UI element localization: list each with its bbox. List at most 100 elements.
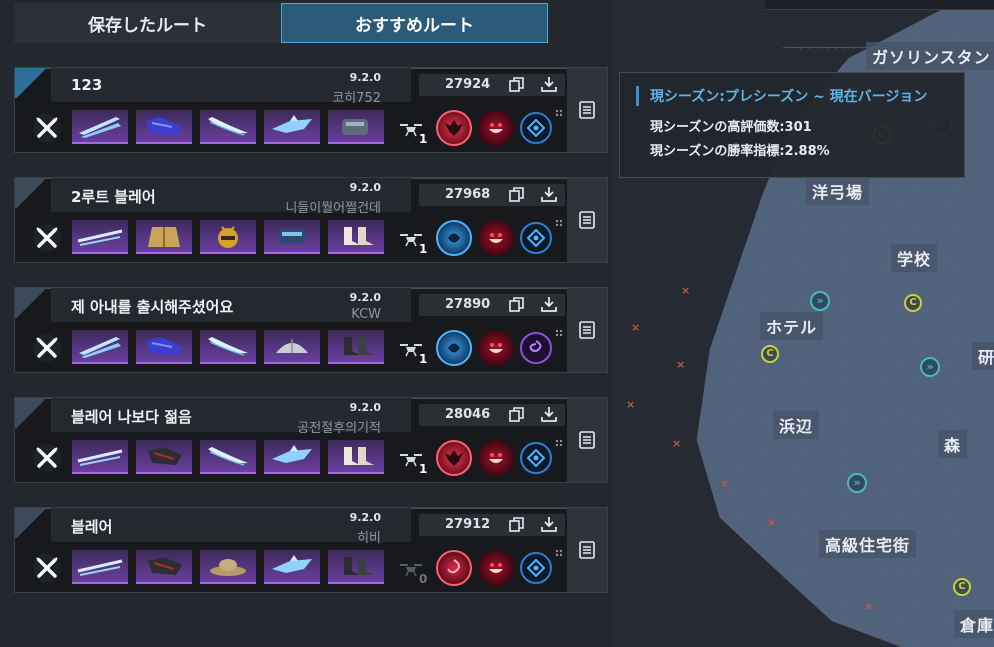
route-detail-button[interactable]: [567, 398, 607, 482]
restricted-marker-icon: ×: [864, 600, 874, 613]
item-slot-curved-blade[interactable]: [200, 110, 256, 144]
tab-recommended-routes[interactable]: おすすめルート: [281, 3, 548, 43]
item-slot-twin-spears[interactable]: [72, 440, 128, 474]
item-slot-twin-spears[interactable]: [72, 550, 128, 584]
copy-icon[interactable]: [509, 407, 524, 422]
copy-icon[interactable]: [509, 187, 524, 202]
trait-blue-gem-icon[interactable]: [520, 442, 552, 474]
item-slot-dark-boots[interactable]: [328, 330, 384, 364]
trait-icons: [436, 550, 552, 586]
dots-indicator-icon: [555, 432, 563, 447]
trait-blue-orb-icon[interactable]: [436, 220, 472, 256]
drone-count: 1: [419, 352, 428, 366]
tooltip-high-rating: 現シーズンの高評価数:301: [650, 120, 812, 135]
item-slot-gauntlet[interactable]: [328, 110, 384, 144]
trait-red-demon-icon[interactable]: [436, 110, 472, 146]
item-slot-dark-boots[interactable]: [328, 550, 384, 584]
map-label-school[interactable]: 学校: [891, 244, 938, 272]
restricted-marker-icon: ×: [631, 321, 641, 334]
item-slots: [72, 220, 384, 254]
trait-red-grin-icon[interactable]: [478, 220, 514, 256]
item-slot-silver-shell[interactable]: [264, 330, 320, 364]
map-label-beach[interactable]: 浜辺: [773, 411, 820, 439]
copy-icon[interactable]: [509, 517, 524, 532]
map-label-uptown[interactable]: 高級住宅街: [819, 530, 917, 558]
item-slot-curved-blade[interactable]: [200, 330, 256, 364]
trait-red-grin-icon[interactable]: [478, 440, 514, 476]
item-slot-curved-blade[interactable]: [200, 440, 256, 474]
item-slot-dual-blades[interactable]: [72, 330, 128, 364]
dots-indicator-icon: [555, 542, 563, 557]
crate-marker-icon: C: [953, 578, 971, 596]
route-card[interactable]: 제 아내를 출시해주셨어요 9.2.0 KCW 27890 1: [14, 287, 608, 373]
trait-blue-gem-icon[interactable]: [520, 112, 552, 144]
item-slot-gold-helmet[interactable]: [200, 220, 256, 254]
route-card[interactable]: 2루트 블레어 9.2.0 니들이뭘어쩔건데 27968 1: [14, 177, 608, 263]
route-tabs: 保存したルート おすすめルート: [14, 3, 548, 43]
trait-red-grin-icon[interactable]: [478, 330, 514, 366]
download-icon[interactable]: [541, 76, 557, 92]
map-label-warehouse[interactable]: 倉庫: [954, 610, 994, 638]
route-author[interactable]: 히비: [357, 527, 381, 546]
map-label-forest[interactable]: 森: [938, 430, 968, 458]
route-detail-button[interactable]: [567, 178, 607, 262]
item-slot-purple-armor[interactable]: [136, 330, 192, 364]
download-icon[interactable]: [541, 296, 557, 312]
route-card[interactable]: 블레어 나보다 젊음 9.2.0 공전절후의기적 28046 1: [14, 397, 608, 483]
item-slot-blue-bracer[interactable]: [264, 220, 320, 254]
restricted-marker-icon: ×: [681, 284, 691, 297]
route-title: 블레어 나보다 젊음: [71, 408, 192, 426]
download-icon[interactable]: [541, 186, 557, 202]
item-slots: [72, 110, 384, 144]
route-detail-button[interactable]: [567, 68, 607, 152]
trait-icons: [436, 440, 552, 476]
trait-red-demon-icon[interactable]: [436, 440, 472, 476]
item-slot-dark-armor[interactable]: [136, 440, 192, 474]
route-title: 블레어: [71, 518, 113, 536]
item-slot-shark-blade[interactable]: [264, 550, 320, 584]
route-author[interactable]: 공전절후의기적: [297, 417, 381, 436]
route-author[interactable]: 니들이뭘어쩔건데: [285, 197, 381, 216]
tab-saved-routes[interactable]: 保存したルート: [14, 3, 281, 43]
download-icon[interactable]: [541, 516, 557, 532]
item-slot-white-boots[interactable]: [328, 220, 384, 254]
item-slot-gold-jacket[interactable]: [136, 220, 192, 254]
trait-purple-swirl-icon[interactable]: [520, 332, 552, 364]
hyperloop-marker-icon: »: [920, 357, 940, 377]
trait-red-grin-icon[interactable]: [478, 550, 514, 586]
trait-red-swirl-icon[interactable]: [436, 550, 472, 586]
hyperloop-marker-icon: »: [810, 291, 830, 311]
item-slot-white-boots[interactable]: [328, 440, 384, 474]
copy-icon[interactable]: [509, 77, 524, 92]
trait-blue-gem-icon[interactable]: [520, 222, 552, 254]
map-label-hotel[interactable]: ホテル: [760, 312, 824, 340]
item-slot-straw-hat[interactable]: [200, 550, 256, 584]
item-slot-dark-armor[interactable]: [136, 550, 192, 584]
route-detail-button[interactable]: [567, 288, 607, 372]
weapon-type-icon: [25, 108, 69, 148]
trait-blue-orb-icon[interactable]: [436, 330, 472, 366]
item-slot-shark-blade[interactable]: [264, 440, 320, 474]
map-label-lab[interactable]: 研: [972, 342, 994, 370]
item-slot-twin-spears[interactable]: [72, 220, 128, 254]
trait-red-grin-icon[interactable]: [478, 110, 514, 146]
hyperloop-marker-icon: »: [847, 473, 867, 493]
item-slot-shark-blade[interactable]: [264, 110, 320, 144]
map-label-archery[interactable]: 洋弓場: [806, 177, 870, 205]
score-box: 27912: [419, 514, 565, 536]
item-slot-dual-blades[interactable]: [72, 110, 128, 144]
route-author[interactable]: KCW: [351, 307, 381, 322]
route-title: 2루트 블레어: [71, 188, 156, 206]
item-slots: [72, 330, 384, 364]
route-author[interactable]: 코히752: [332, 87, 381, 106]
score-box: 28046: [419, 404, 565, 426]
route-card[interactable]: 블레어 9.2.0 히비 27912 0: [14, 507, 608, 593]
route-title: 123: [71, 76, 103, 94]
route-card[interactable]: 123 9.2.0 코히752 27924 1: [14, 67, 608, 153]
item-slot-purple-armor[interactable]: [136, 110, 192, 144]
download-icon[interactable]: [541, 406, 557, 422]
trait-blue-gem-icon[interactable]: [520, 552, 552, 584]
map-label-gas-station[interactable]: ガソリンスタンド: [866, 42, 994, 70]
copy-icon[interactable]: [509, 297, 524, 312]
route-detail-button[interactable]: [567, 508, 607, 592]
